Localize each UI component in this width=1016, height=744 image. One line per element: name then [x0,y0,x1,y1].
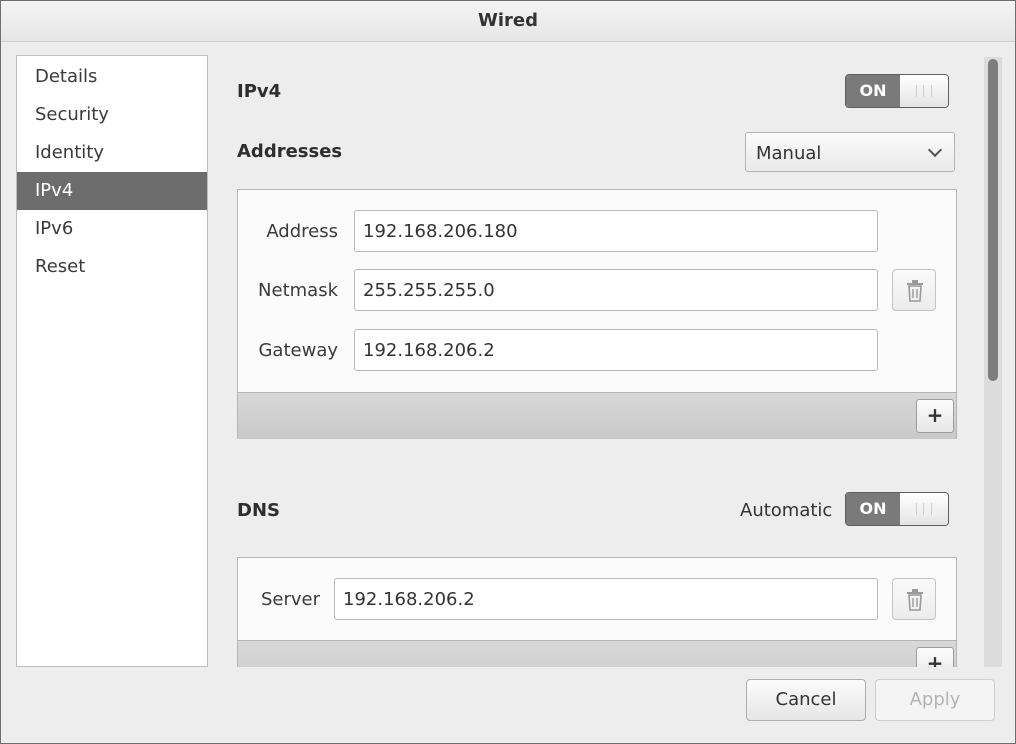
gateway-label: Gateway [258,340,338,361]
netmask-input[interactable] [354,269,878,311]
netmask-label: Netmask [258,280,338,301]
sidebar-item-ipv6[interactable]: IPv6 [17,210,207,248]
address-label: Address [266,221,338,242]
delete-address-button[interactable] [892,269,936,311]
ipv4-switch-on-label: ON [846,75,900,107]
vertical-scrollbar[interactable] [984,57,1002,667]
grip-icon [916,503,932,515]
dns-automatic-label: Automatic [740,500,833,521]
addresses-panel: Address Netmask Gateway + [237,189,957,439]
plus-icon: + [926,651,944,667]
chevron-down-icon [927,142,943,158]
addresses-heading: Addresses [237,141,343,162]
sidebar-item-identity[interactable]: Identity [17,134,207,172]
apply-button[interactable]: Apply [875,679,995,721]
sidebar-item-security[interactable]: Security [17,96,207,134]
dns-server-input[interactable] [334,578,878,620]
scrollbar-thumb[interactable] [988,59,998,381]
dns-automatic-toggle-switch[interactable]: ON [845,492,949,526]
trash-icon [907,589,923,611]
switch-knob [900,75,948,107]
dns-switch-on-label: ON [846,493,900,525]
window-title: Wired [478,10,538,31]
sidebar-item-details[interactable]: Details [17,58,207,96]
sidebar: Details Security Identity IPv4 IPv6 Rese… [16,55,208,667]
plus-icon: + [926,403,944,427]
add-address-button[interactable]: + [916,399,954,433]
addresses-toolbar: + [238,392,956,439]
sidebar-item-reset[interactable]: Reset [17,248,207,286]
ipv4-heading: IPv4 [237,81,282,102]
switch-knob [900,493,948,525]
address-input[interactable] [354,210,878,252]
ipv4-settings-content: IPv4 ON Addresses Manual Address Netmask [237,61,957,667]
delete-dns-server-button[interactable] [892,578,936,620]
dns-servers-panel: Server + [237,557,957,667]
ipv4-method-value: Manual [756,143,822,164]
dns-toolbar: + [238,640,956,667]
ipv4-toggle-switch[interactable]: ON [845,74,949,108]
ipv4-method-dropdown[interactable]: Manual [745,132,955,172]
wired-settings-window: Wired Details Security Identity IPv4 IPv… [0,0,1016,744]
gateway-input[interactable] [354,329,878,371]
trash-icon [907,280,923,302]
grip-icon [916,85,932,97]
dns-server-label: Server [260,589,320,610]
sidebar-item-ipv4[interactable]: IPv4 [17,172,207,210]
dns-heading: DNS [237,500,280,521]
add-dns-server-button[interactable]: + [916,647,954,667]
cancel-button[interactable]: Cancel [746,679,866,721]
titlebar[interactable]: Wired [1,1,1015,42]
